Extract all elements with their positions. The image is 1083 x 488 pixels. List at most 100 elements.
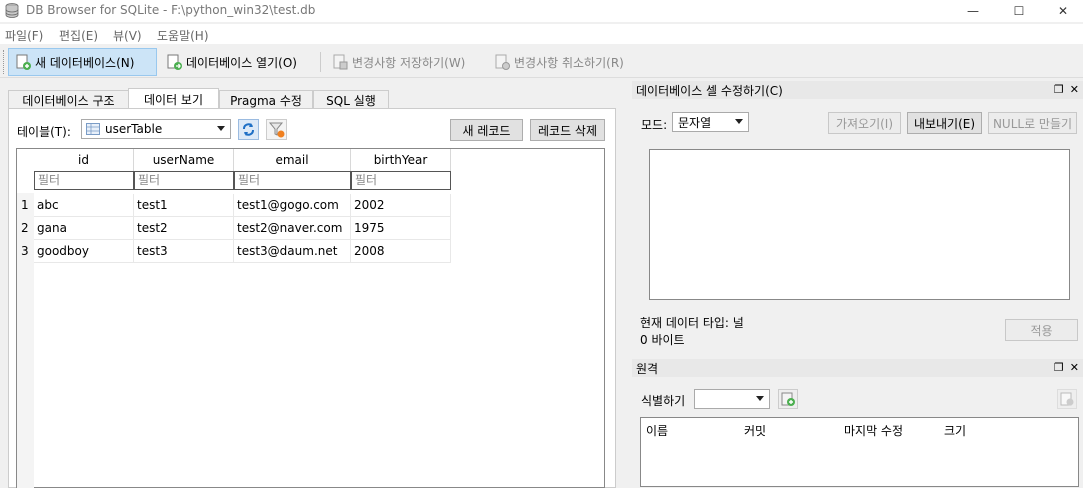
refresh-icon (243, 123, 254, 136)
write-changes-button[interactable]: 변경사항 저장하기(W) (326, 48, 482, 76)
filter-input-email[interactable]: 필터 (234, 171, 351, 190)
add-identity-icon (781, 392, 795, 406)
delete-record-button[interactable]: 레코드 삭제 (530, 119, 605, 141)
filter-input-birthyear[interactable]: 필터 (351, 171, 451, 190)
revert-changes-button[interactable]: 변경사항 취소하기(R) (488, 48, 644, 76)
column-header-username[interactable]: userName (134, 149, 234, 171)
set-null-button[interactable]: NULL로 만들기 (988, 112, 1077, 134)
revert-icon (495, 54, 510, 70)
cell-email[interactable]: test1@gogo.com (234, 194, 351, 217)
push-database-icon (1060, 392, 1074, 406)
tab-edit-pragmas[interactable]: Pragma 수정 (219, 90, 313, 110)
maximize-icon: ☐ (1013, 4, 1025, 18)
menu-view[interactable]: 뷰(V) (113, 27, 142, 44)
data-size-info: 0 바이트 (640, 333, 685, 347)
cell-id[interactable]: abc (34, 194, 134, 217)
row-number[interactable]: 2 (17, 217, 34, 240)
filter-clear-icon (268, 122, 285, 138)
set-null-label: NULL로 만들기 (992, 116, 1073, 131)
identity-select[interactable] (694, 389, 770, 409)
close-dock-icon[interactable]: ✕ (1070, 83, 1079, 96)
remote-column-last-modified[interactable]: 마지막 수정 (844, 422, 903, 439)
edit-cell-dock-header: 데이터베이스 셀 수정하기(C) ❐ ✕ (632, 81, 1083, 99)
tab-database-structure[interactable]: 데이터베이스 구조 (8, 90, 129, 110)
row-number[interactable]: 3 (17, 240, 34, 263)
data-grid: id userName email birthYear 필터 필터 필터 필터 … (16, 148, 605, 488)
minimize-button[interactable]: — (951, 0, 995, 22)
tab-execute-sql-label: SQL 실행 (326, 94, 376, 108)
import-label: 가져오기(I) (835, 116, 894, 131)
import-button[interactable]: 가져오기(I) (828, 112, 901, 134)
cell-username[interactable]: test3 (134, 240, 234, 263)
tab-browse-data[interactable]: 데이터 보기 (128, 88, 219, 110)
export-button[interactable]: 내보내기(E) (907, 112, 982, 134)
column-header-birthyear[interactable]: birthYear (351, 149, 451, 171)
tab-execute-sql[interactable]: SQL 실행 (313, 90, 389, 110)
chevron-down-icon (217, 126, 225, 131)
apply-label: 적용 (1030, 323, 1053, 338)
revert-changes-label: 변경사항 취소하기(R) (514, 55, 624, 70)
column-header-email[interactable]: email (234, 149, 351, 171)
column-header-id[interactable]: id (34, 149, 134, 171)
maximize-button[interactable]: ☐ (997, 0, 1041, 22)
cell-birthyear[interactable]: 2002 (351, 194, 451, 217)
splitter[interactable] (624, 80, 628, 485)
column-header-birthyear-label: birthYear (373, 153, 428, 167)
toolbar-grip[interactable] (3, 50, 6, 74)
clear-filters-button[interactable] (266, 119, 287, 140)
push-database-button[interactable] (1057, 389, 1077, 409)
menu-help[interactable]: 도움말(H) (157, 27, 209, 44)
cell-birthyear[interactable]: 2008 (351, 240, 451, 263)
mode-label: 모드: (641, 118, 668, 132)
remote-column-size[interactable]: 크기 (944, 422, 966, 439)
chevron-down-icon (735, 119, 743, 124)
mode-select-value: 문자열 (678, 115, 712, 130)
apply-button[interactable]: 적용 (1005, 319, 1078, 341)
column-header-id-label: id (78, 153, 89, 167)
identity-label: 식별하기 (641, 394, 686, 408)
menu-file[interactable]: 파일(F) (5, 27, 43, 44)
tab-database-structure-label: 데이터베이스 구조 (22, 94, 115, 108)
open-database-button[interactable]: 데이터베이스 열기(O) (160, 48, 310, 76)
delete-record-label: 레코드 삭제 (537, 123, 597, 138)
cell-email[interactable]: test2@naver.com (234, 217, 351, 240)
table-select[interactable]: userTable (81, 119, 231, 139)
chevron-down-icon (756, 396, 764, 401)
cell-id[interactable]: goodboy (34, 240, 134, 263)
close-button[interactable]: ✕ (1041, 0, 1083, 22)
remote-column-commit[interactable]: 커밋 (744, 422, 766, 439)
cell-username[interactable]: test2 (134, 217, 234, 240)
minimize-icon: — (967, 4, 979, 18)
close-dock-icon[interactable]: ✕ (1070, 361, 1079, 374)
cell-username[interactable]: test1 (134, 194, 234, 217)
column-header-username-label: userName (152, 153, 215, 167)
float-dock-icon[interactable]: ❐ (1054, 83, 1064, 96)
window-title: DB Browser for SQLite - F:\python_win32\… (26, 3, 316, 17)
mode-select[interactable]: 문자열 (672, 112, 749, 132)
cell-email[interactable]: test3@daum.net (234, 240, 351, 263)
edit-cell-dock-title: 데이터베이스 셀 수정하기(C) (636, 83, 783, 98)
refresh-button[interactable] (238, 119, 259, 140)
row-number[interactable]: 1 (17, 194, 34, 217)
filter-input-id[interactable]: 필터 (34, 171, 134, 190)
filter-input-username[interactable]: 필터 (134, 171, 234, 190)
tab-browse-data-label: 데이터 보기 (143, 93, 203, 107)
cell-editor-textarea[interactable] (649, 149, 1070, 300)
tab-edit-pragmas-label: Pragma 수정 (230, 94, 302, 108)
float-dock-icon[interactable]: ❐ (1054, 361, 1064, 374)
data-type-info: 현재 데이터 타입: 널 (640, 316, 744, 330)
menu-edit[interactable]: 편집(E) (59, 27, 98, 44)
new-database-icon (16, 54, 31, 70)
table-label: 테이블(T): (17, 125, 71, 139)
cell-id[interactable]: gana (34, 217, 134, 240)
toolbar-separator (320, 52, 321, 72)
new-record-button[interactable]: 새 레코드 (450, 119, 523, 141)
remote-file-list: 이름 커밋 마지막 수정 크기 (640, 417, 1079, 487)
title-bar: DB Browser for SQLite - F:\python_win32\… (0, 0, 1083, 22)
remote-column-name[interactable]: 이름 (646, 422, 668, 439)
menu-bar: 파일(F) 편집(E) 뷰(V) 도움말(H) (0, 24, 1083, 44)
add-identity-button[interactable] (778, 389, 798, 409)
new-database-button[interactable]: 새 데이터베이스(N) (8, 48, 157, 76)
cell-birthyear[interactable]: 1975 (351, 217, 451, 240)
column-header-email-label: email (275, 153, 309, 167)
